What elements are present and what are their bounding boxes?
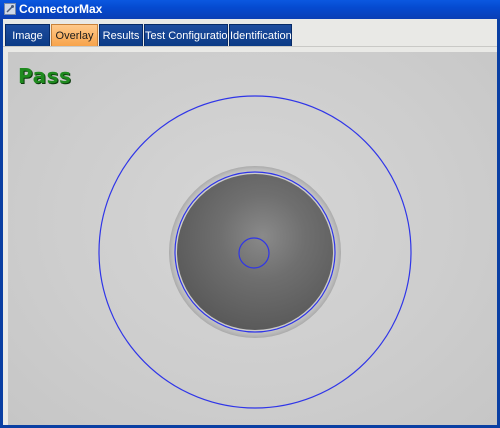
overlay-canvas: Pass xyxy=(8,52,497,425)
tab-image[interactable]: Image xyxy=(5,24,50,46)
cladding-area xyxy=(177,174,333,330)
tab-test-configuration[interactable]: Test Configuration xyxy=(144,24,234,46)
tab-results[interactable]: Results xyxy=(99,24,143,46)
fiber-endface-overlay xyxy=(98,95,412,409)
app-window: ConnectorMax Image Overlay Results Test … xyxy=(0,0,500,428)
tab-identification[interactable]: Identification xyxy=(229,24,292,46)
tab-overlay[interactable]: Overlay xyxy=(51,24,98,46)
title-bar[interactable]: ConnectorMax xyxy=(0,0,500,19)
tab-bar: Image Overlay Results Test Configuration… xyxy=(3,21,497,47)
app-icon xyxy=(4,3,16,15)
window-title: ConnectorMax xyxy=(19,2,103,16)
result-status: Pass xyxy=(18,64,72,88)
